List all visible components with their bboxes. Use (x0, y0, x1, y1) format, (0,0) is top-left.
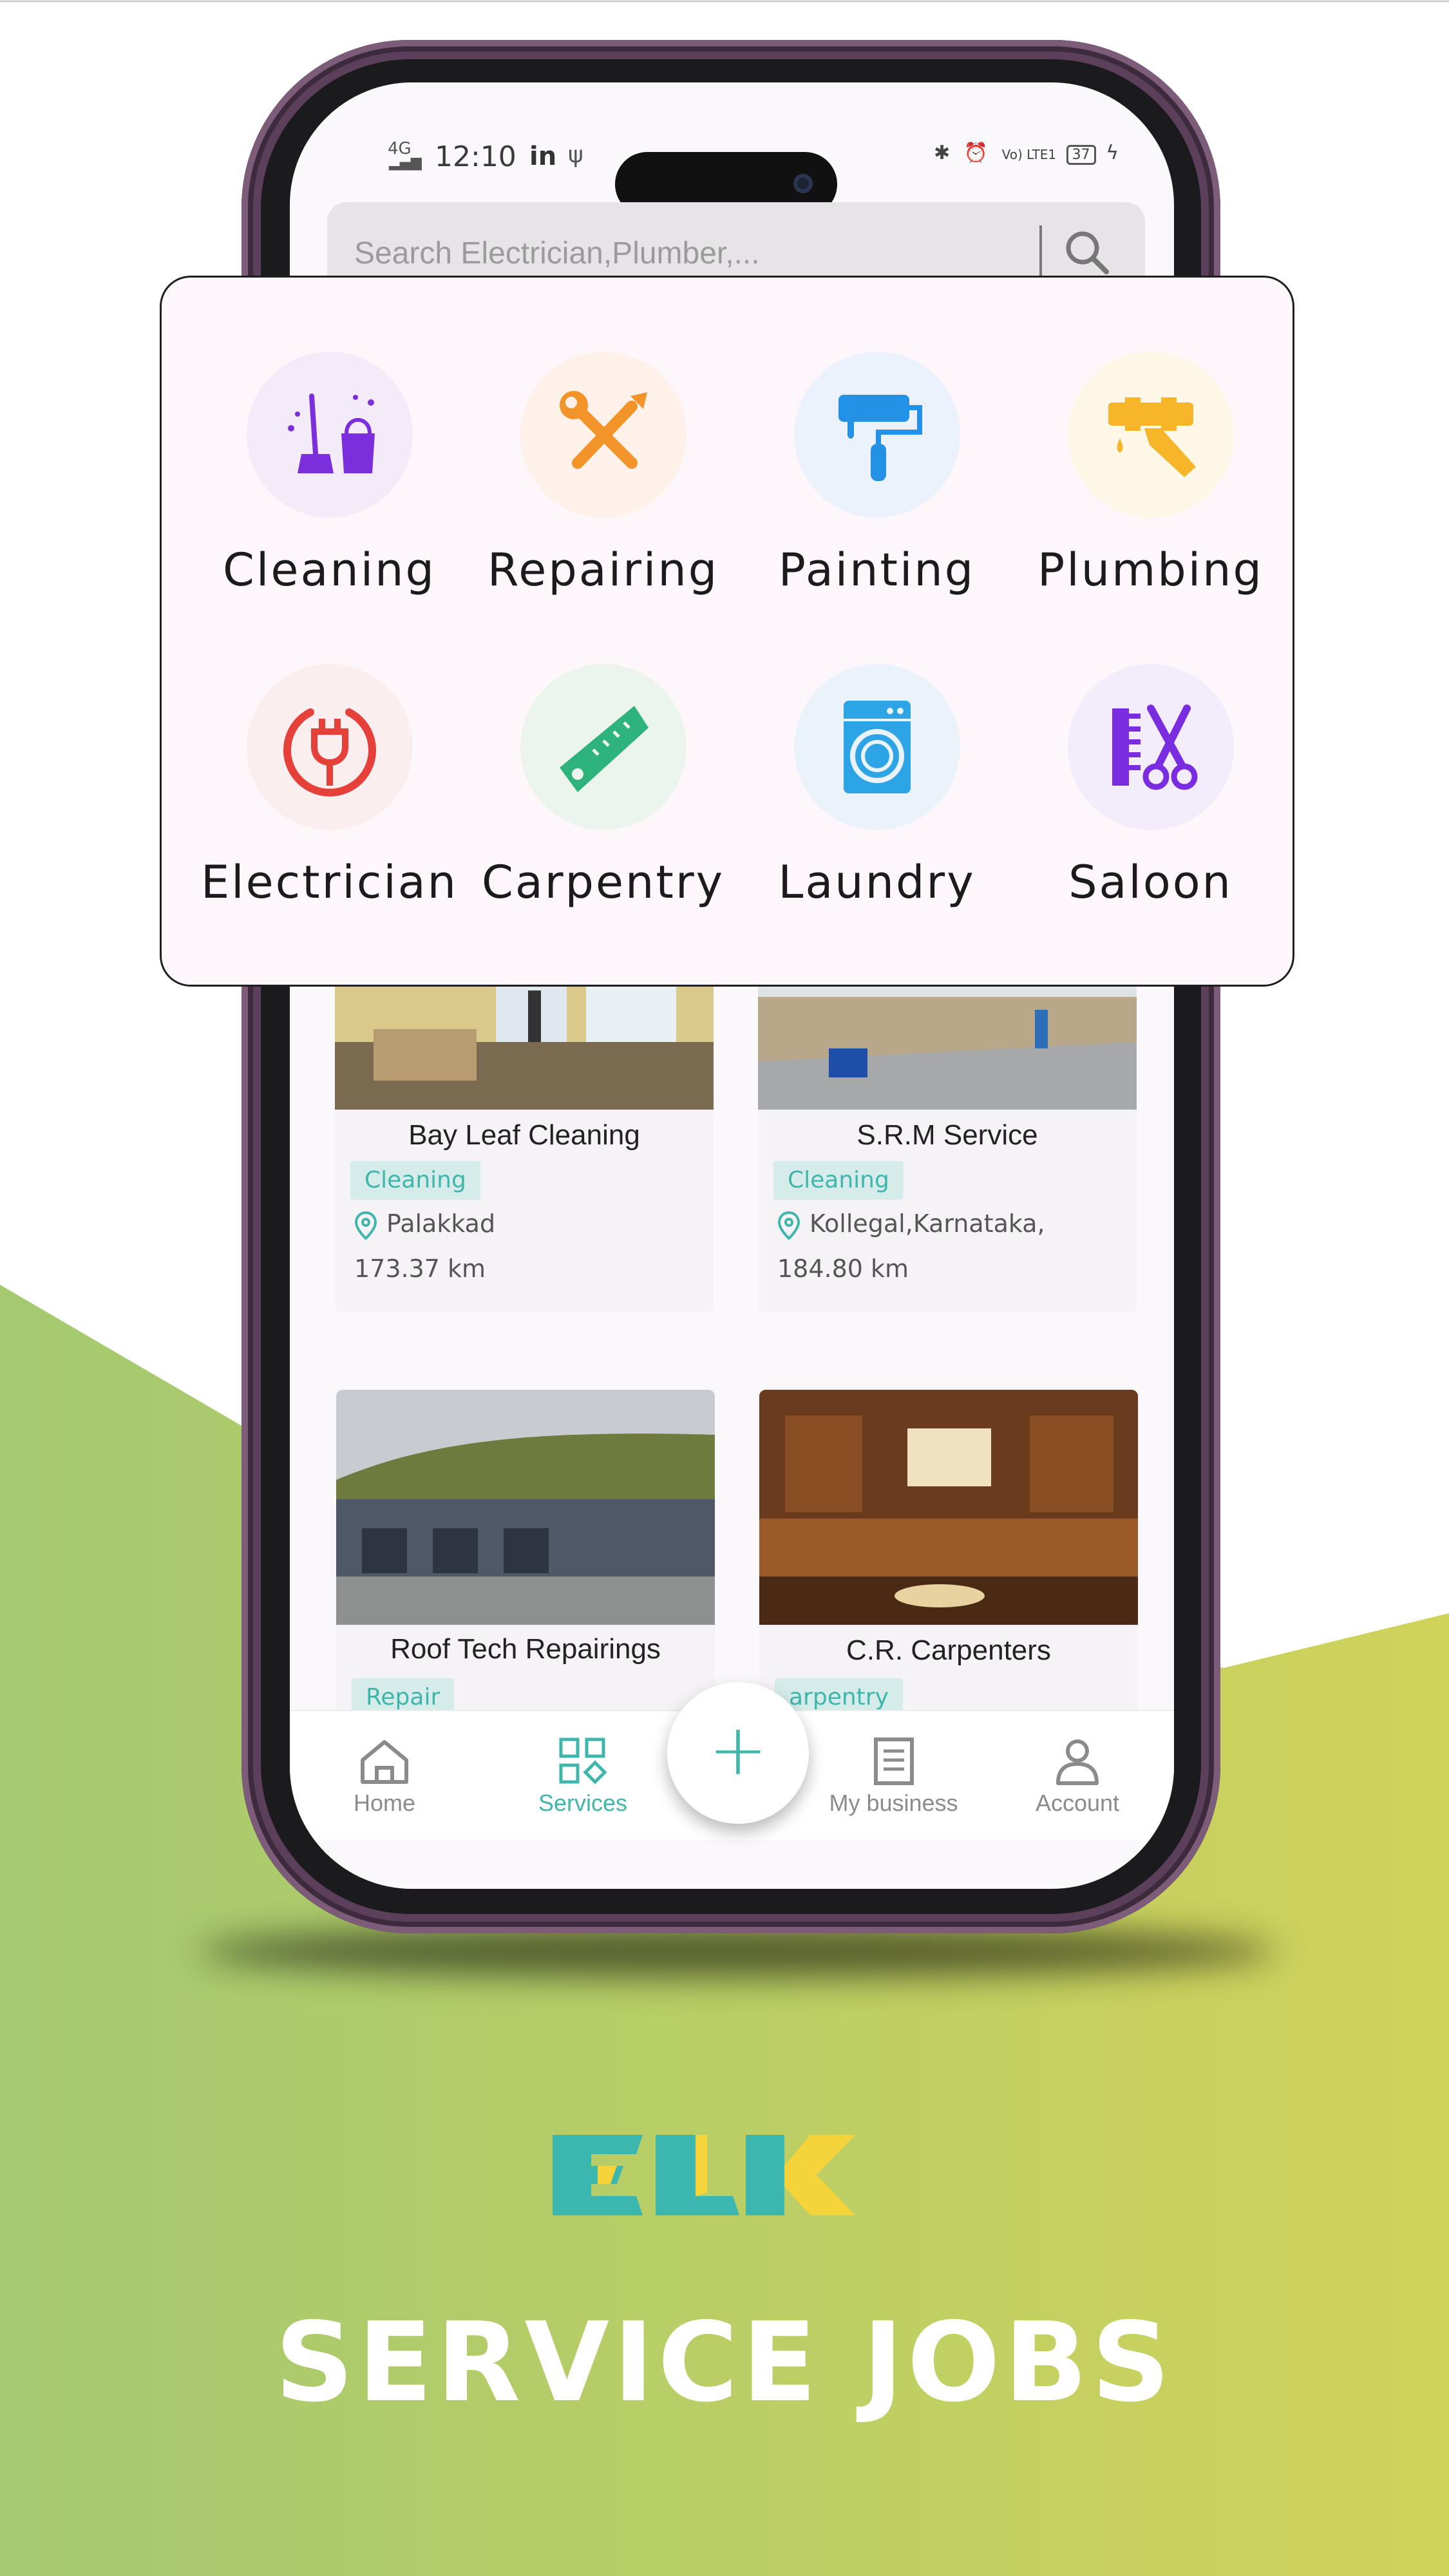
category-label: Painting (778, 544, 976, 596)
account-icon (1056, 1739, 1099, 1785)
category-icon-circle (1067, 352, 1234, 518)
nav-home-label: Home (353, 1790, 416, 1816)
category-icon-circle (520, 352, 687, 518)
nav-services[interactable]: Services (506, 1737, 660, 1817)
category-icon-circle (1067, 664, 1234, 830)
add-fab-button[interactable]: + (667, 1682, 809, 1824)
status-indicators: ✱ ⏰ Vo) LTE1 37 ϟ (934, 142, 1122, 165)
home-icon (361, 1740, 408, 1784)
listing-location: Kollegal,Karnataka, (777, 1209, 1045, 1240)
plus-icon: + (708, 1709, 768, 1791)
camera-icon (793, 174, 813, 193)
location-pin-icon (777, 1211, 800, 1240)
phone-shadow (200, 1926, 1275, 1977)
signal-icon: ▂▄▆ (389, 155, 422, 171)
linkedin-icon: in (529, 142, 557, 171)
category-electrician[interactable]: Electrician (193, 664, 466, 909)
location-text: Palakkad (386, 1209, 496, 1238)
plug-icon (283, 708, 376, 797)
category-plumbing[interactable]: Plumbing (1014, 352, 1287, 596)
nav-my-business[interactable]: My business (805, 1737, 982, 1817)
elk-logo (553, 2135, 855, 2215)
category-painting[interactable]: Painting (740, 352, 1014, 596)
paint-roller-icon (838, 395, 922, 481)
category-icon-circle (246, 352, 413, 518)
category-label: Repairing (487, 544, 719, 596)
category-label: Carpentry (481, 856, 725, 909)
tagline: SERVICE JOBS (274, 2299, 1175, 2427)
washing-machine-icon (843, 701, 911, 793)
category-icon-circle (793, 352, 960, 518)
nav-my-business-label: My business (829, 1790, 958, 1816)
saw-icon (559, 706, 649, 792)
document-icon (873, 1738, 914, 1785)
listing-name: C.R. Carpenters (846, 1634, 1051, 1666)
category-icon-circle (793, 664, 960, 830)
listing-distance: 173.37 km (354, 1255, 486, 1283)
search-icon[interactable] (1061, 227, 1113, 278)
services-grid-icon (559, 1738, 607, 1785)
location-pin-icon (354, 1211, 377, 1240)
category-label: Plumbing (1037, 544, 1264, 596)
category-carpentry[interactable]: Carpentry (466, 664, 740, 909)
pipe-wrench-icon (1108, 397, 1196, 477)
category-repairing[interactable]: Repairing (466, 352, 740, 596)
category-label: Laundry (778, 856, 976, 909)
listing-location: Palakkad (354, 1209, 495, 1240)
category-icon-circle (520, 664, 687, 830)
charging-icon: ϟ (1106, 142, 1122, 164)
status-bar: 4G ▂▄▆ 12:10 in ψ ✱ ⏰ Vo) LTE1 37 ϟ (290, 82, 1174, 216)
alarm-icon: ⏰ (963, 142, 992, 164)
nav-services-label: Services (538, 1790, 628, 1816)
listing-name: Roof Tech Repairings (390, 1633, 661, 1665)
status-time: 12:10 (435, 140, 516, 173)
scissors-comb-icon (1112, 705, 1197, 790)
nav-account[interactable]: Account (1000, 1737, 1155, 1817)
category-icon-circle (246, 664, 413, 830)
nav-account-label: Account (1035, 1790, 1120, 1816)
listing-name: S.R.M Service (857, 1119, 1038, 1151)
repair-tools-icon (559, 391, 647, 469)
category-label: Electrician (200, 856, 459, 909)
cleaning-icon (287, 393, 375, 473)
listing-distance: 184.80 km (777, 1255, 909, 1283)
bluetooth-icon: ✱ (934, 142, 954, 164)
listing-name: Bay Leaf Cleaning (408, 1119, 640, 1151)
listing-photo (759, 1390, 1138, 1625)
listing-photo (336, 1390, 715, 1625)
category-cleaning[interactable]: Cleaning (193, 352, 466, 596)
category-label: Cleaning (223, 544, 436, 596)
category-label: Saloon (1068, 856, 1233, 909)
category-saloon[interactable]: Saloon (1014, 664, 1287, 909)
category-panel: Cleaning Repairing Painting Plumbing Ele… (160, 276, 1294, 987)
nav-home[interactable]: Home (307, 1737, 462, 1817)
category-tag: Cleaning (773, 1161, 904, 1200)
usb-icon: ψ (568, 142, 583, 168)
category-laundry[interactable]: Laundry (740, 664, 1014, 909)
search-divider (1039, 225, 1042, 281)
category-tag: Cleaning (350, 1161, 480, 1200)
location-text: Kollegal,Karnataka, (810, 1209, 1045, 1238)
battery-icon: 37 (1066, 145, 1096, 165)
volte-indicator: Vo) LTE1 (1001, 147, 1057, 162)
